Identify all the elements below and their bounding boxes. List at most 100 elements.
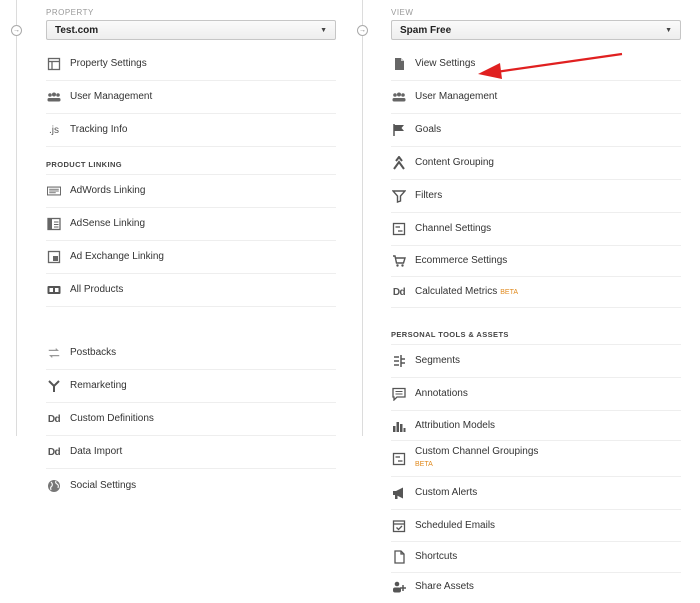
- item-label: Attribution Models: [415, 419, 496, 431]
- share-assets-icon: [391, 579, 407, 595]
- item-label: Goals: [415, 124, 442, 135]
- segments-icon: [391, 353, 407, 369]
- channel-settings-icon: [391, 221, 407, 237]
- scheduled-emails-item[interactable]: Scheduled Emails: [391, 510, 681, 542]
- adwords-icon: [46, 183, 62, 199]
- property-selected-value: Test.com: [55, 24, 99, 36]
- filter-icon: [391, 188, 407, 204]
- item-label: User Management: [70, 91, 153, 102]
- custom-channel-groupings-item[interactable]: Custom Channel Groupings BETA: [391, 441, 681, 477]
- item-label: View Settings: [415, 58, 476, 69]
- annotations-item[interactable]: Annotations: [391, 378, 681, 411]
- scheduled-emails-icon: [391, 518, 407, 534]
- attribution-icon: [391, 418, 407, 434]
- remarketing-item[interactable]: Remarketing: [46, 370, 336, 403]
- all-products-item[interactable]: All Products: [46, 274, 336, 307]
- goals-item[interactable]: Goals: [391, 114, 681, 147]
- dd-icon: Dd: [47, 446, 61, 458]
- share-assets-item[interactable]: Share Assets: [391, 573, 681, 601]
- personal-tools-heading: PERSONAL TOOLS & ASSETS: [391, 308, 681, 345]
- all-products-icon: [46, 282, 62, 298]
- custom-definitions-item[interactable]: Dd Custom Definitions: [46, 403, 336, 436]
- item-label: Ecommerce Settings: [415, 255, 508, 266]
- document-icon: [391, 56, 407, 72]
- item-label: Data Import: [70, 446, 123, 457]
- tracking-info-item[interactable]: .js Tracking Info: [46, 114, 336, 147]
- property-settings-item[interactable]: Property Settings: [46, 48, 336, 81]
- item-label: Custom Alerts: [415, 487, 478, 498]
- users-icon: [391, 89, 407, 105]
- view-selected-value: Spam Free: [400, 24, 452, 36]
- chevron-down-icon: ▼: [320, 26, 327, 34]
- property-arrow-icon[interactable]: →: [11, 25, 22, 36]
- adwords-linking-item[interactable]: AdWords Linking: [46, 175, 336, 208]
- product-linking-heading: PRODUCT LINKING: [46, 147, 336, 175]
- cart-icon: [391, 253, 407, 269]
- item-label: Annotations: [415, 388, 468, 399]
- content-grouping-item[interactable]: Content Grouping: [391, 147, 681, 180]
- content-grouping-icon: [391, 155, 407, 171]
- item-label: All Products: [70, 284, 124, 295]
- data-import-item[interactable]: Dd Data Import: [46, 436, 336, 469]
- property-select[interactable]: Test.com ▼: [46, 20, 336, 40]
- property-divider-line: [16, 0, 17, 436]
- js-icon: .js: [49, 124, 59, 136]
- item-label: User Management: [415, 91, 498, 102]
- users-icon: [46, 89, 62, 105]
- adsense-icon: [46, 216, 62, 232]
- item-label: Segments: [415, 355, 461, 366]
- property-settings-icon: [46, 56, 62, 72]
- item-label: Social Settings: [70, 479, 137, 491]
- beta-badge: BETA: [500, 288, 519, 296]
- ecommerce-settings-item[interactable]: Ecommerce Settings: [391, 246, 681, 277]
- social-settings-item[interactable]: Social Settings: [46, 469, 336, 502]
- item-label: Channel Settings: [415, 223, 492, 234]
- segments-item[interactable]: Segments: [391, 345, 681, 378]
- shortcuts-icon: [391, 549, 407, 565]
- item-label: Share Assets: [415, 581, 474, 592]
- channel-settings-item[interactable]: Channel Settings: [391, 213, 681, 246]
- channel-settings-icon: [391, 451, 407, 467]
- item-label: Content Grouping: [415, 157, 494, 168]
- view-divider-line: [362, 0, 363, 436]
- beta-badge: BETA: [415, 461, 433, 468]
- remarketing-icon: [46, 378, 62, 394]
- property-label: PROPERTY: [46, 8, 94, 17]
- attribution-models-item[interactable]: Attribution Models: [391, 411, 681, 441]
- ad-exchange-linking-item[interactable]: Ad Exchange Linking: [46, 241, 336, 274]
- flag-icon: [391, 122, 407, 138]
- item-label: Tracking Info: [70, 124, 128, 135]
- view-column: VIEW Spam Free ▼ View Settings User Mana…: [391, 0, 681, 601]
- dd-icon: Dd: [47, 413, 61, 425]
- red-annotation-arrow: [478, 52, 623, 79]
- property-column: PROPERTY Test.com ▼ Property Settings Us…: [46, 0, 336, 502]
- view-user-management-item[interactable]: User Management: [391, 81, 681, 114]
- dd-icon: Dd: [392, 286, 406, 298]
- item-label: Scheduled Emails: [415, 519, 496, 531]
- property-user-management-item[interactable]: User Management: [46, 81, 336, 114]
- calculated-metrics-item[interactable]: Dd Calculated Metrics BETA: [391, 277, 681, 308]
- filters-item[interactable]: Filters: [391, 180, 681, 213]
- megaphone-icon: [391, 485, 407, 501]
- postbacks-item[interactable]: Postbacks: [46, 337, 336, 370]
- item-label: Shortcuts: [415, 551, 458, 562]
- item-label: Remarketing: [70, 380, 127, 391]
- item-label: Postbacks: [70, 347, 117, 358]
- item-label: Custom Channel Groupings: [415, 446, 539, 457]
- item-label: AdWords Linking: [70, 185, 146, 196]
- adsense-linking-item[interactable]: AdSense Linking: [46, 208, 336, 241]
- custom-alerts-item[interactable]: Custom Alerts: [391, 477, 681, 510]
- item-label: Custom Definitions: [70, 413, 154, 424]
- view-label: VIEW: [391, 8, 414, 17]
- custom-channel-groupings-text: Custom Channel Groupings BETA: [415, 446, 538, 471]
- view-select[interactable]: Spam Free ▼: [391, 20, 681, 40]
- chevron-down-icon: ▼: [665, 26, 672, 34]
- postbacks-icon: [46, 345, 62, 361]
- view-arrow-icon[interactable]: →: [357, 25, 368, 36]
- item-label: Calculated Metrics: [415, 286, 498, 297]
- item-label: Filters: [415, 190, 443, 201]
- annotations-icon: [391, 386, 407, 402]
- shortcuts-item[interactable]: Shortcuts: [391, 542, 681, 573]
- item-label: Ad Exchange Linking: [70, 251, 164, 262]
- globe-icon: [46, 478, 62, 494]
